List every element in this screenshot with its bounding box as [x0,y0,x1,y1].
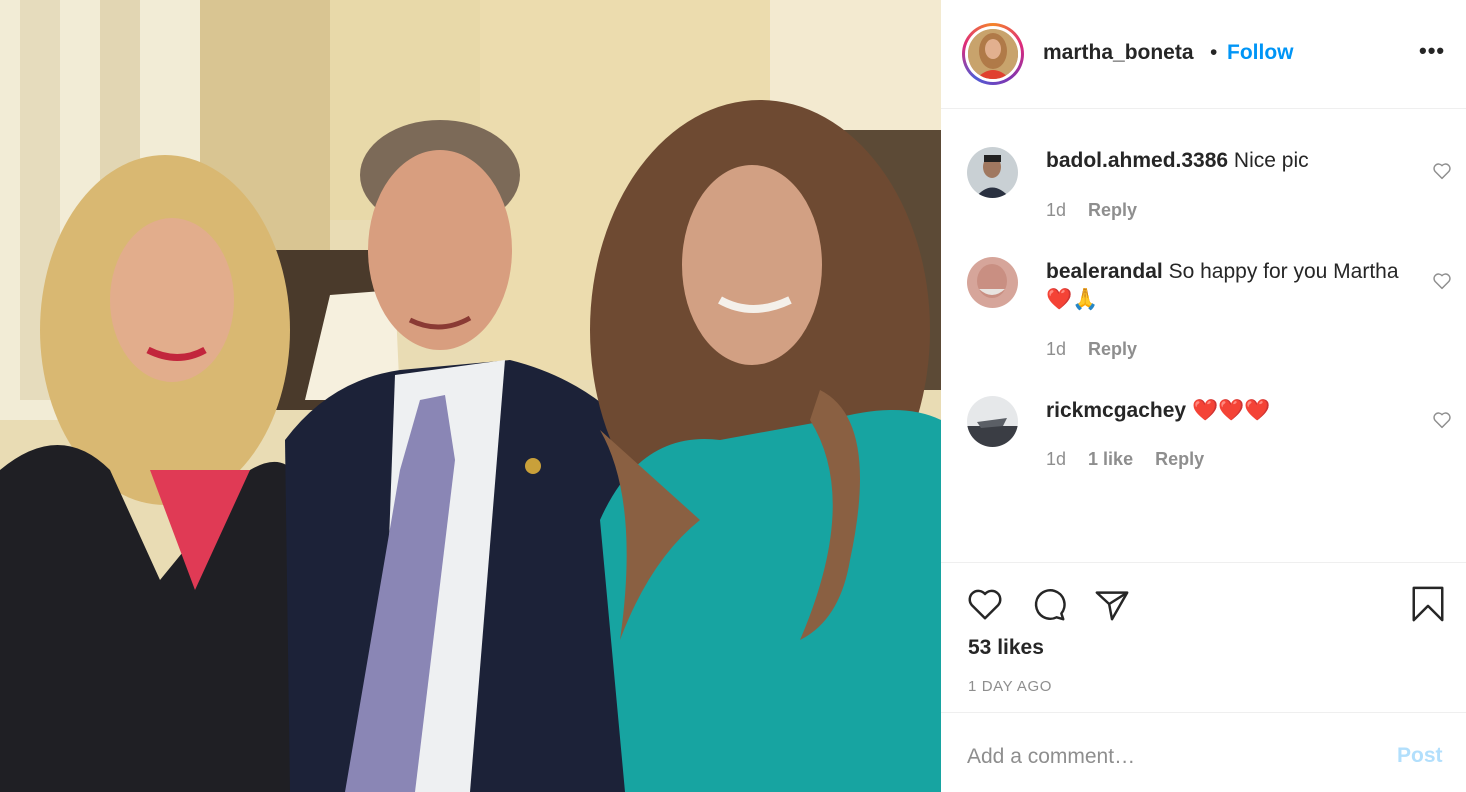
bookmark-icon[interactable] [1409,585,1447,623]
comment-body: rickmcgachey ❤️❤️❤️ [1046,397,1406,425]
follow-button[interactable]: Follow [1227,41,1294,65]
post-photo[interactable] [0,0,941,792]
comment-bubble-icon[interactable] [1030,585,1068,623]
comment-time[interactable]: 1d [1046,339,1066,359]
comments-list: badol.ahmed.3386 Nice pic 1d Reply beale… [941,110,1466,562]
comment-reply-button[interactable]: Reply [1155,449,1204,469]
author-avatar-image [968,29,1018,79]
commenter-avatar-image [967,147,1018,198]
more-options-icon[interactable]: ••• [1419,38,1445,64]
commenter-avatar[interactable] [967,257,1018,308]
post-time-ago[interactable]: 1 DAY AGO [968,678,1052,695]
author-username[interactable]: martha_boneta [1043,41,1194,65]
comment-text: ❤️❤️❤️ [1191,399,1271,422]
comment-reply-button[interactable]: Reply [1088,200,1137,220]
likes-count[interactable]: 53 likes [968,636,1044,660]
comment-username[interactable]: badol.ahmed.3386 [1046,149,1228,172]
comment-like-heart-icon[interactable] [1432,162,1452,180]
comment-meta: 1d Reply [1046,339,1154,360]
commenter-avatar[interactable] [967,147,1018,198]
comment-likes-count[interactable]: 1 like [1088,449,1133,469]
comment-meta: 1d Reply [1046,200,1154,221]
comment-body: bealerandal So happy for you Martha ❤️🙏 [1046,258,1406,314]
author-avatar[interactable] [962,23,1024,85]
comment-like-heart-icon[interactable] [1432,272,1452,290]
comment-time[interactable]: 1d [1046,449,1066,469]
comment-reply-button[interactable]: Reply [1088,339,1137,359]
commenter-avatar-image [967,257,1018,308]
comment-body: badol.ahmed.3386 Nice pic [1046,147,1406,175]
comment-username[interactable]: rickmcgachey [1046,399,1186,422]
author-avatar-illustration [968,29,1018,79]
share-paper-plane-icon[interactable] [1093,585,1131,623]
comment-time[interactable]: 1d [1046,200,1066,220]
commenter-avatar-image [967,396,1018,447]
comment-username[interactable]: bealerandal [1046,260,1163,283]
comment-text: Nice pic [1233,149,1309,172]
header-separator: • [1210,41,1218,64]
commenter-avatar[interactable] [967,396,1018,447]
post-header: martha_boneta • Follow ••• [941,0,1466,109]
comment-like-heart-icon[interactable] [1432,411,1452,429]
post-comment-button[interactable]: Post [1397,744,1443,768]
post-photo-illustration [0,0,941,792]
post-actions: 53 likes 1 DAY AGO [941,562,1466,712]
heart-icon[interactable] [966,585,1004,623]
comment-meta: 1d 1 like Reply [1046,449,1221,470]
add-comment-bar: Post [941,712,1466,792]
comment-input[interactable] [967,739,1367,775]
post-details-panel: martha_boneta • Follow ••• badol.ahmed.3… [941,0,1466,792]
